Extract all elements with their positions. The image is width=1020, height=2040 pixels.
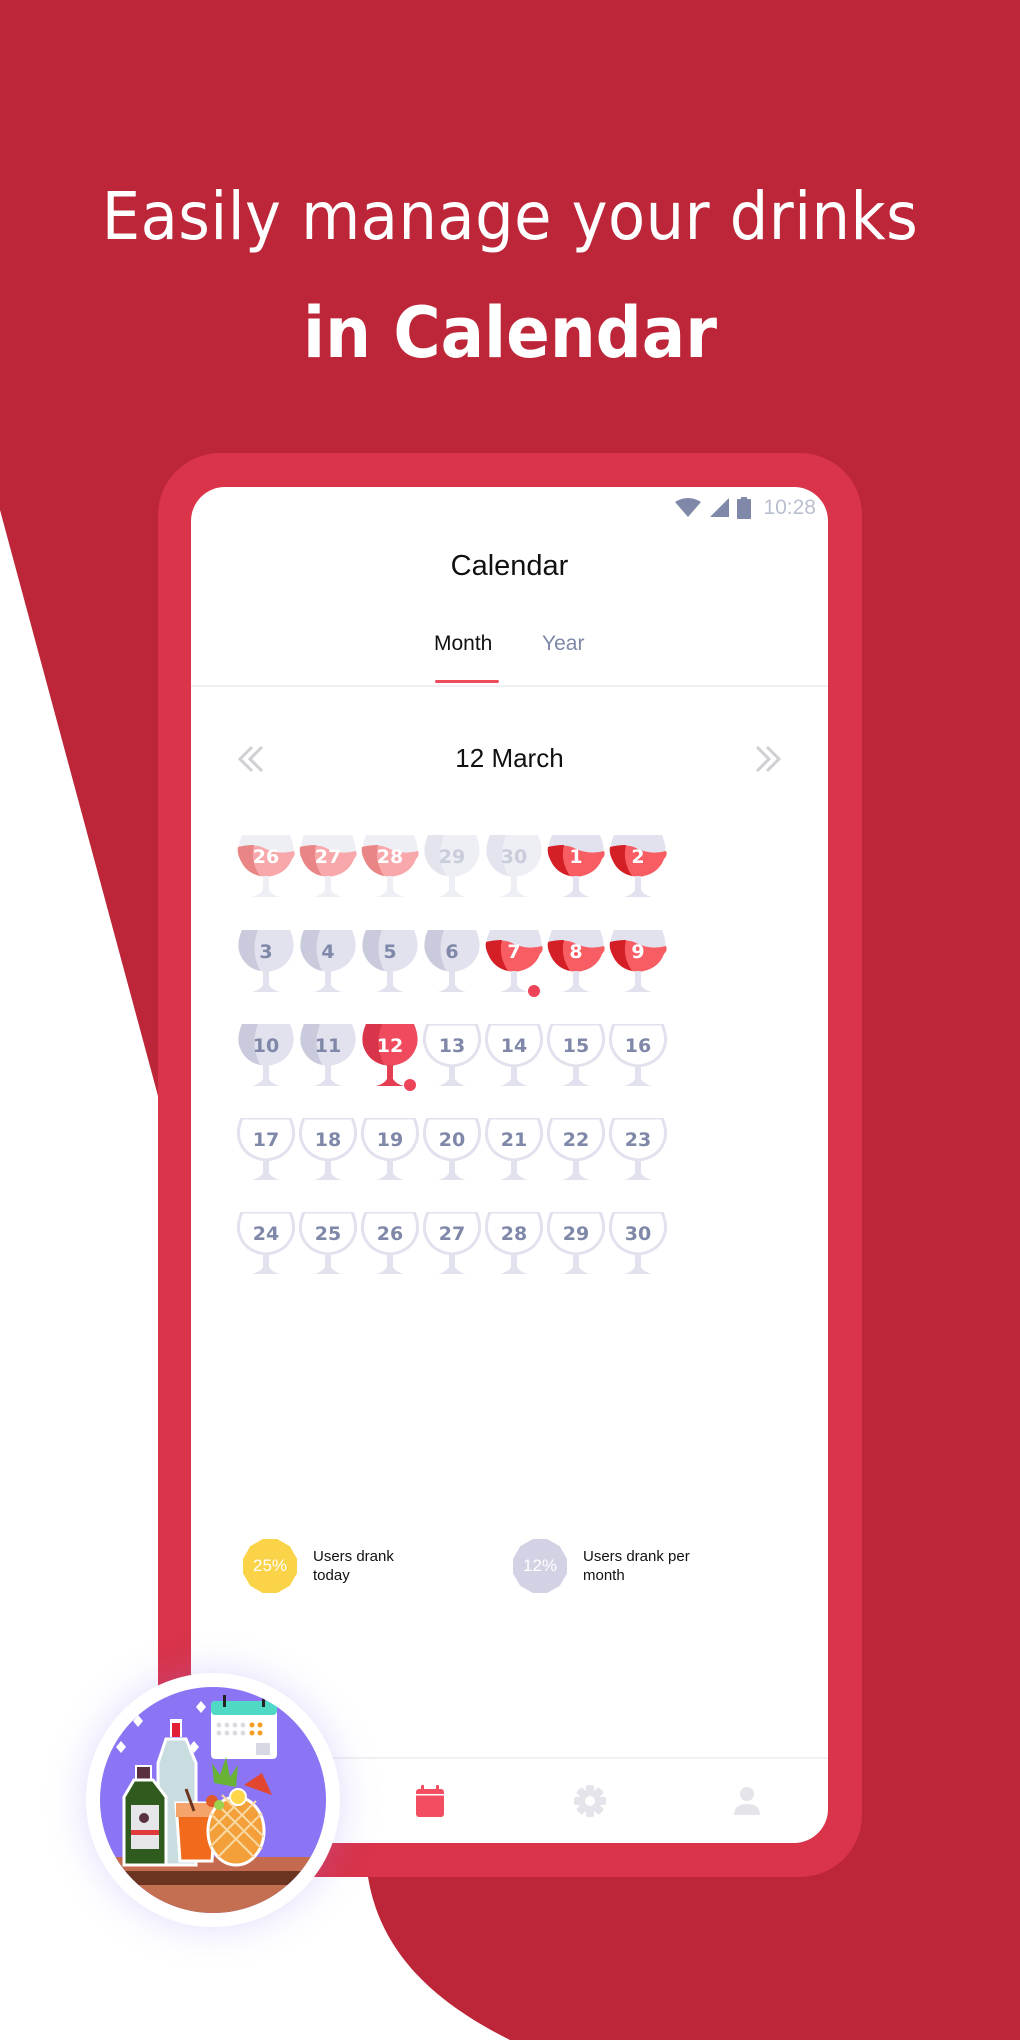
day-number: 26 xyxy=(252,846,280,868)
calendar-day[interactable]: 15 xyxy=(546,1024,606,1090)
nav-profile-button[interactable] xyxy=(727,1781,767,1821)
day-number: 9 xyxy=(631,941,645,963)
calendar-day[interactable]: 1 xyxy=(546,835,606,901)
person-icon xyxy=(734,1787,760,1815)
day-number: 28 xyxy=(376,846,404,868)
day-number: 14 xyxy=(500,1035,528,1057)
stat-label: Users drank today xyxy=(313,1548,394,1584)
calendar-grid: 26 27 28 29 30 1 23456 7 8 9 10 11 12 13 14 15 1 xyxy=(191,487,828,1843)
day-number: 6 xyxy=(445,941,459,963)
day-number: 29 xyxy=(438,846,466,868)
calendar-day[interactable]: 19 xyxy=(360,1118,420,1184)
phone-screen: 10:28 Calendar Month Year 12 March 26 27… xyxy=(191,487,828,1843)
calendar-day[interactable]: 4 xyxy=(298,930,358,996)
calendar-day[interactable]: 17 xyxy=(236,1118,296,1184)
day-number: 24 xyxy=(252,1223,280,1245)
calendar-day[interactable]: 3 xyxy=(236,930,296,996)
calendar-day[interactable]: 28 xyxy=(360,835,420,901)
day-number: 27 xyxy=(314,846,342,868)
day-number: 30 xyxy=(500,846,528,868)
calendar-day[interactable]: 27 xyxy=(422,1212,482,1278)
calendar-day[interactable]: 14 xyxy=(484,1024,544,1090)
calendar-day[interactable]: 29 xyxy=(546,1212,606,1278)
calendar-day[interactable]: 9 xyxy=(608,930,668,996)
calendar-day[interactable]: 16 xyxy=(608,1024,668,1090)
stat-value: 12% xyxy=(522,1556,558,1575)
stat-badge: 25% xyxy=(241,1537,299,1595)
day-number: 7 xyxy=(507,941,521,963)
calendar-day[interactable]: 26 xyxy=(236,835,296,901)
nav-calendar-button[interactable] xyxy=(410,1781,450,1821)
nav-settings-button[interactable] xyxy=(570,1781,610,1821)
stat-value: 25% xyxy=(252,1556,288,1575)
calendar-day[interactable]: 8 xyxy=(546,930,606,996)
calendar-day[interactable]: 21 xyxy=(484,1118,544,1184)
calendar-day[interactable]: 2 xyxy=(608,835,668,901)
promo-subheadline: in Calendar xyxy=(303,292,717,374)
promo-headline: Easily manage your drinks xyxy=(101,178,919,255)
drink-marker-dot xyxy=(404,1079,416,1091)
day-number: 11 xyxy=(314,1035,342,1057)
day-number: 8 xyxy=(569,941,583,963)
day-number: 28 xyxy=(500,1223,528,1245)
app-logo-drinks-calendar-icon xyxy=(100,1687,326,1913)
calendar-day[interactable]: 13 xyxy=(422,1024,482,1090)
calendar-day[interactable]: 22 xyxy=(546,1118,606,1184)
calendar-day[interactable]: 12 xyxy=(360,1024,420,1091)
day-number: 19 xyxy=(376,1129,404,1151)
calendar-day[interactable]: 6 xyxy=(422,930,482,996)
stat-users-month: 12% Users drank per month xyxy=(511,1536,703,1596)
calendar-day[interactable]: 26 xyxy=(360,1212,420,1278)
calendar-day[interactable]: 28 xyxy=(484,1212,544,1278)
stat-badge: 12% xyxy=(511,1537,569,1595)
calendar-day[interactable]: 25 xyxy=(298,1212,358,1278)
gear-icon xyxy=(574,1785,606,1817)
day-number: 27 xyxy=(438,1223,466,1245)
calendar-day[interactable]: 30 xyxy=(608,1212,668,1278)
calendar-day[interactable]: 29 xyxy=(422,835,482,901)
day-number: 15 xyxy=(562,1035,590,1057)
day-number: 10 xyxy=(252,1035,280,1057)
day-number: 25 xyxy=(314,1223,342,1245)
app-logo xyxy=(86,1673,340,1927)
day-number: 17 xyxy=(252,1129,280,1151)
day-number: 4 xyxy=(321,941,335,963)
day-number: 13 xyxy=(438,1035,466,1057)
day-number: 18 xyxy=(314,1129,342,1151)
stat-label: Users drank per month xyxy=(583,1548,690,1584)
stat-users-today: 25% Users drank today xyxy=(241,1536,433,1596)
calendar-day[interactable]: 23 xyxy=(608,1118,668,1184)
drink-marker-dot xyxy=(528,985,540,997)
calendar-day[interactable]: 24 xyxy=(236,1212,296,1278)
day-number: 3 xyxy=(259,941,273,963)
day-number: 23 xyxy=(624,1129,652,1151)
day-number: 26 xyxy=(376,1223,404,1245)
calendar-day[interactable]: 5 xyxy=(360,930,420,996)
calendar-day[interactable]: 11 xyxy=(298,1024,358,1090)
calendar-icon xyxy=(416,1785,444,1817)
day-number: 1 xyxy=(569,846,583,868)
calendar-day[interactable]: 20 xyxy=(422,1118,482,1184)
day-number: 5 xyxy=(383,941,397,963)
day-number: 30 xyxy=(624,1223,652,1245)
calendar-day[interactable]: 18 xyxy=(298,1118,358,1184)
calendar-day[interactable]: 10 xyxy=(236,1024,296,1090)
day-number: 12 xyxy=(376,1035,404,1057)
day-number: 21 xyxy=(500,1129,528,1151)
day-number: 22 xyxy=(562,1129,590,1151)
day-number: 29 xyxy=(562,1223,590,1245)
calendar-day[interactable]: 27 xyxy=(298,835,358,901)
day-number: 16 xyxy=(624,1035,652,1057)
day-number: 2 xyxy=(631,846,645,868)
day-number: 20 xyxy=(438,1129,466,1151)
calendar-day[interactable]: 30 xyxy=(484,835,544,901)
calendar-day[interactable]: 7 xyxy=(484,930,544,997)
